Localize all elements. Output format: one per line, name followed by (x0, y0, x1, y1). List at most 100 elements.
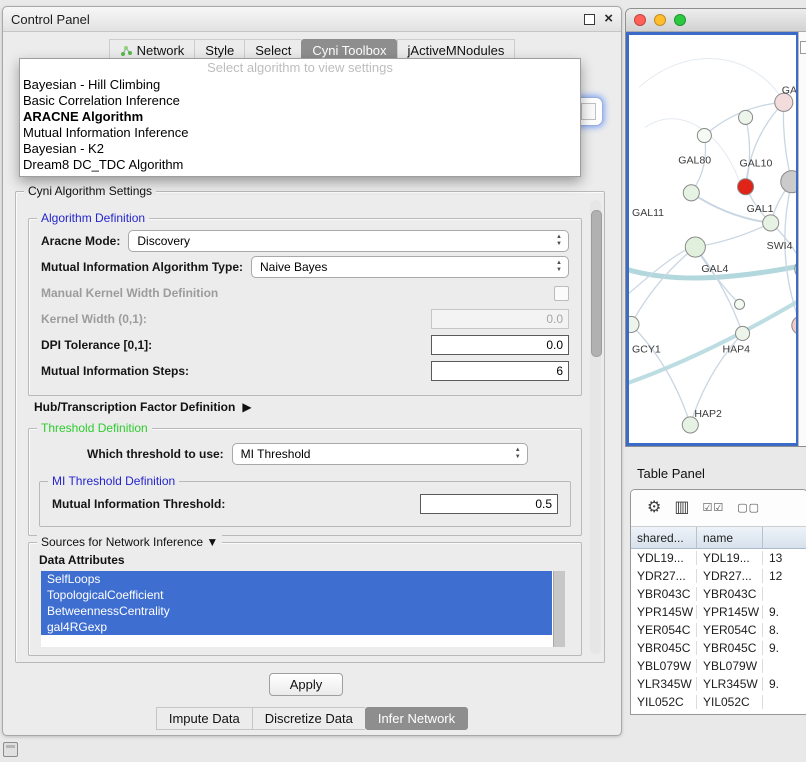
network-window-titlebar[interactable] (626, 9, 806, 32)
network-edge[interactable] (631, 324, 690, 424)
dpi-tolerance-label: DPI Tolerance [0,1]: (41, 338, 152, 352)
table-row[interactable]: YLR345WYLR345W9. (631, 675, 806, 693)
tab-discretize-data[interactable]: Discretize Data (252, 707, 365, 730)
network-scroll-strip[interactable] (798, 32, 806, 446)
table-cell: YIL052C (631, 695, 697, 709)
kernel-width-field[interactable] (431, 309, 569, 329)
scrollbar-thumb[interactable] (591, 210, 602, 357)
node-label-hap4: HAP4 (722, 344, 750, 356)
manual-kernel-checkbox[interactable] (554, 286, 569, 301)
network-node-gal1[interactable] (763, 215, 779, 231)
kernel-width-label: Kernel Width (0,1): (41, 312, 147, 326)
node-label-gal4: GAL4 (701, 263, 728, 275)
table-cell: YDR27... (697, 569, 763, 583)
network-edge[interactable] (695, 247, 742, 333)
network-edge[interactable] (631, 247, 695, 324)
control-panel-titlebar[interactable]: Control Panel × (3, 7, 621, 32)
select-all-icon[interactable]: ☑☑ (702, 500, 724, 516)
column-header-extra[interactable] (763, 527, 806, 548)
tab-label: Style (205, 43, 234, 58)
network-node-node-a[interactable] (739, 110, 753, 124)
table-row[interactable]: YIL052CYIL052C (631, 693, 806, 711)
deselect-all-icon[interactable]: ▢▢ (737, 500, 760, 516)
node-label-gal7: GAL7 (782, 84, 796, 96)
dropdown-item-mutual-information-inference[interactable]: Mutual Information Inference (20, 125, 580, 141)
mi-steps-label: Mutual Information Steps: (41, 364, 189, 378)
network-node-swi4[interactable] (795, 259, 796, 279)
dropdown-item-aracne-algorithm[interactable]: ARACNE Algorithm (20, 109, 580, 125)
tab-infer-network[interactable]: Infer Network (365, 707, 468, 730)
attribute-item-selfloops[interactable]: SelfLoops (41, 571, 552, 587)
hub-factor-expander[interactable]: Hub/Transcription Factor Definition ▶ (34, 400, 252, 414)
tab-label: Cyni Toolbox (312, 43, 386, 58)
table-header-row: shared...name (631, 527, 806, 549)
attribute-item-topologicalcoefficient[interactable]: TopologicalCoefficient (41, 587, 552, 603)
network-edge[interactable] (695, 223, 770, 247)
mi-steps-field[interactable] (431, 361, 569, 381)
network-node-gcy1[interactable] (629, 316, 639, 332)
close-traffic-light[interactable] (634, 14, 646, 26)
cp-bottom-tab-row: Impute DataDiscretize DataInfer Network (3, 707, 621, 730)
data-attributes-list[interactable]: SelfLoopsTopologicalCoefficientBetweenne… (41, 571, 565, 647)
aracne-mode-select[interactable]: Discovery ▲▼ (128, 230, 569, 252)
attribute-item-betweennesscentrality[interactable]: BetweennessCentrality (41, 603, 552, 619)
table-row[interactable]: YBR043CYBR043C (631, 585, 806, 603)
tab-label: jActiveMNodules (408, 43, 505, 58)
apply-button[interactable]: Apply (269, 673, 343, 696)
network-canvas[interactable]: GAL7GAL80GAL10GAL11GAL1SWI4GAL4GCY1HAP4Y… (626, 32, 799, 446)
network-node-gal11[interactable] (683, 185, 699, 201)
mi-type-select[interactable]: Naive Bayes ▲▼ (251, 256, 569, 278)
table-panel-window: ⚙ ▥ ☑☑ ▢▢ shared...name YDL19...YDL19...… (630, 489, 806, 715)
gear-icon[interactable]: ⚙ (647, 500, 661, 516)
dropdown-item-bayesian-hill-climbing[interactable]: Bayesian - Hill Climbing (20, 77, 580, 93)
network-node-node-b[interactable] (781, 171, 796, 193)
close-icon[interactable]: × (604, 13, 613, 25)
network-node-hap4[interactable] (736, 326, 750, 340)
table-cell: 9. (763, 641, 806, 655)
table-row[interactable]: YDL19...YDL19...13 (631, 549, 806, 567)
dpi-tolerance-field[interactable] (431, 335, 569, 355)
table-cell: 13 (763, 551, 806, 565)
mi-threshold-field[interactable] (420, 494, 558, 514)
settings-group-title: Cyni Algorithm Settings (24, 184, 156, 198)
network-node-gal4[interactable] (685, 237, 705, 257)
attributes-scrollbar[interactable] (553, 571, 565, 647)
table-cell: YDR27... (631, 569, 697, 583)
sources-group: Sources for Network Inference ▼ Data Att… (28, 542, 582, 656)
float-window-icon[interactable] (584, 14, 595, 25)
zoom-traffic-light[interactable] (674, 14, 686, 26)
dropdown-item-basic-correlation-inference[interactable]: Basic Correlation Inference (20, 93, 580, 109)
network-scroll-box[interactable] (800, 41, 806, 54)
attribute-item-gal4rgexp[interactable]: gal4RGexp (41, 619, 552, 635)
network-node-gal10[interactable] (738, 179, 754, 195)
network-node-node-c[interactable] (735, 299, 745, 309)
minimize-traffic-light[interactable] (654, 14, 666, 26)
table-row[interactable]: YBL079WYBL079W (631, 657, 806, 675)
column-header-name[interactable]: name (697, 527, 763, 548)
table-row[interactable]: YBR045CYBR045C9. (631, 639, 806, 657)
sources-title-row[interactable]: Sources for Network Inference ▼ (37, 535, 222, 549)
node-label-swi4: SWI4 (767, 240, 793, 252)
tab-impute-data[interactable]: Impute Data (156, 707, 252, 730)
dropdown-item-bayesian-k2[interactable]: Bayesian - K2 (20, 141, 580, 157)
network-icon (120, 45, 132, 57)
column-header-shared[interactable]: shared... (631, 527, 697, 548)
mi-threshold-group: MI Threshold Definition Mutual Informati… (39, 481, 571, 527)
network-node-gal80[interactable] (697, 128, 711, 142)
settings-scrollbar[interactable] (590, 200, 601, 654)
table-cell: YBR043C (631, 587, 697, 601)
network-node-y[interactable] (792, 316, 796, 334)
table-row[interactable]: YDR27...YDR27...12 (631, 567, 806, 585)
dropdown-item-dream8-dc-tdc-algorithm[interactable]: Dream8 DC_TDC Algorithm (20, 157, 580, 173)
columns-icon[interactable]: ▥ (674, 500, 689, 516)
restore-panel-icon[interactable] (3, 742, 18, 757)
control-panel-title: Control Panel (11, 12, 90, 27)
node-label-gcy1: GCY1 (632, 344, 661, 356)
network-edge[interactable] (746, 117, 750, 186)
which-threshold-select[interactable]: MI Threshold ▲▼ (232, 443, 528, 465)
table-row[interactable]: YER054CYER054C8. (631, 621, 806, 639)
table-cell: 9. (763, 605, 806, 619)
network-edge[interactable] (783, 102, 791, 181)
algorithm-definition-title: Algorithm Definition (37, 211, 149, 225)
table-row[interactable]: YPR145WYPR145W9. (631, 603, 806, 621)
